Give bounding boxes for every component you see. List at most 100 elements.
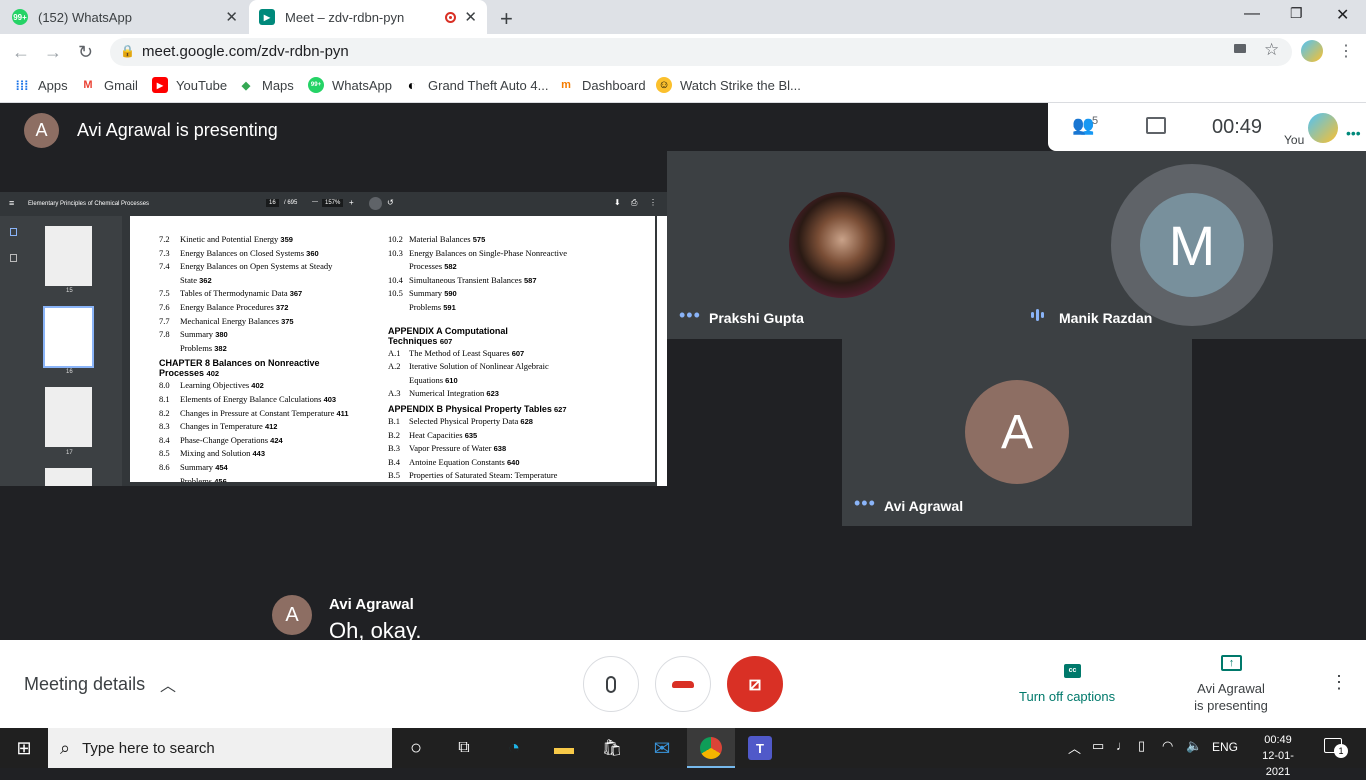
more-options-icon[interactable]: ⋮ xyxy=(1330,672,1348,693)
pdf-zoom[interactable]: 157% xyxy=(322,199,344,207)
captions-icon: cc xyxy=(1064,664,1081,678)
toc-entry: B.2 Heat Capacities 635 xyxy=(388,429,478,440)
wifi-icon[interactable]: ◠ xyxy=(1162,738,1173,754)
cortana-icon[interactable]: ○ xyxy=(404,736,428,760)
power-icon[interactable]: ▯ xyxy=(1138,738,1145,754)
store-icon[interactable]: 🛍 xyxy=(600,736,624,760)
battery-icon[interactable]: ▭ xyxy=(1092,738,1104,754)
bookmark-gta[interactable]: ◐ Grand Theft Auto 4... xyxy=(404,77,549,93)
page-thumbnail[interactable] xyxy=(45,387,92,447)
taskbar-search[interactable]: ⌕ Type here to search xyxy=(48,728,392,768)
toc-entry: 7.6 Energy Balance Procedures 372 xyxy=(159,301,289,312)
meeting-details-button[interactable]: Meeting details xyxy=(24,674,145,695)
zoom-out-icon[interactable]: — xyxy=(312,199,318,205)
participant-name: Avi Agrawal xyxy=(884,498,964,514)
profile-avatar[interactable] xyxy=(1301,40,1323,62)
chat-icon[interactable] xyxy=(1146,117,1166,134)
back-icon[interactable]: ← xyxy=(12,42,30,63)
tab-meet[interactable]: ▶ Meet – zdv-rdbn-pyn ✕ xyxy=(249,0,487,34)
bookmark-gmail[interactable]: M Gmail xyxy=(80,77,138,93)
bookmark-maps[interactable]: ◆ Maps xyxy=(238,77,294,93)
zoom-in-icon[interactable]: + xyxy=(349,198,354,207)
close-tab-icon[interactable]: ✕ xyxy=(464,8,477,26)
reload-icon[interactable]: ↻ xyxy=(78,42,93,63)
show-hidden-icons[interactable]: ︿ xyxy=(1068,738,1081,757)
pdf-page: 7.2 Kinetic and Potential Energy 359 7.3 En… xyxy=(130,216,655,482)
presentation-view: ≡ Elementary Principles of Chemical Proc… xyxy=(0,192,667,486)
leave-call-button[interactable] xyxy=(655,656,711,712)
task-view-icon[interactable]: ⧉ xyxy=(452,736,476,760)
present-icon[interactable]: ↑ xyxy=(1221,655,1242,671)
file-explorer-icon[interactable]: ▬ xyxy=(552,736,576,760)
mail-icon[interactable]: ✉ xyxy=(650,736,674,760)
restore-icon[interactable]: ❐ xyxy=(1290,5,1303,22)
close-tab-icon[interactable]: ✕ xyxy=(225,8,238,26)
minimize-icon[interactable]: — xyxy=(1244,5,1260,23)
outline-view-icon[interactable] xyxy=(10,254,17,262)
pdf-toolbar: ≡ Elementary Principles of Chemical Proc… xyxy=(0,192,667,216)
meet-icon: ▶ xyxy=(259,9,275,25)
windows-start-icon[interactable]: ⊞ xyxy=(12,736,36,760)
recording-icon xyxy=(445,12,456,23)
language-indicator[interactable]: ENG xyxy=(1212,740,1238,754)
clock[interactable]: 00:49 12-01-2021 xyxy=(1250,732,1306,780)
search-placeholder: Type here to search xyxy=(82,739,215,757)
thumbnail-view-icon[interactable] xyxy=(10,228,17,236)
pdf-scrollbar[interactable] xyxy=(657,216,667,486)
toc-entry: B.4 Antoine Equation Constants 640 xyxy=(388,456,520,467)
toc-entry: State 362 xyxy=(180,274,212,285)
dashboard-icon: m xyxy=(561,79,571,91)
whatsapp-icon: 99+ xyxy=(308,77,324,93)
camera-off-button[interactable]: ⧄ xyxy=(727,656,783,712)
url-text[interactable]: meet.google.com/zdv-rdbn-pyn xyxy=(142,43,349,60)
tab-title: Meet – zdv-rdbn-pyn xyxy=(285,9,405,25)
toc-heading: CHAPTER 8 Balances on Nonreactive Process… xyxy=(159,358,320,379)
pdf-more-icon[interactable]: ⋮ xyxy=(649,198,657,207)
more-dots-icon[interactable]: ••• xyxy=(1346,125,1361,141)
bookmarks-bar: ⁞⁞⁞ Apps M Gmail ▶ YouTube ◆ Maps 99+ WhatsAp… xyxy=(0,70,1366,103)
volume-icon[interactable]: 🔈 xyxy=(1186,738,1202,754)
menu-icon[interactable]: ⋮ xyxy=(1338,41,1354,61)
new-tab-icon[interactable]: + xyxy=(500,6,513,32)
toc-entry: 8.4 Phase-Change Operations 424 xyxy=(159,434,283,445)
gmail-icon: M xyxy=(83,79,93,91)
toc-left: 7.2 Kinetic and Potential Energy 359 7.3 En… xyxy=(159,233,349,482)
maps-icon: ◆ xyxy=(241,79,251,92)
participants-count: 5 xyxy=(1092,115,1099,127)
print-icon[interactable]: ⎙ xyxy=(631,198,637,208)
bookmark-whatsapp[interactable]: 99+ WhatsApp xyxy=(308,77,392,93)
edge-icon[interactable]: ◔ xyxy=(502,736,526,760)
pdf-page-input[interactable]: 16 xyxy=(266,199,279,207)
rotate-icon[interactable]: ↺ xyxy=(387,198,394,207)
pdf-menu-icon[interactable]: ≡ xyxy=(9,198,14,208)
self-avatar[interactable] xyxy=(1308,113,1338,143)
close-window-icon[interactable]: ✕ xyxy=(1336,5,1349,25)
camera-icon[interactable] xyxy=(1234,44,1246,53)
page-thumbnail-active[interactable] xyxy=(43,306,94,368)
chrome-taskbar-button[interactable] xyxy=(687,728,735,768)
bookmark-dashboard[interactable]: m Dashboard xyxy=(558,77,646,93)
gta-icon: ◐ xyxy=(407,77,417,93)
thumbnail-label: 17 xyxy=(66,450,73,456)
lock-icon: 🔒 xyxy=(120,44,135,58)
bookmark-apps[interactable]: ⁞⁞⁞ Apps xyxy=(14,77,68,93)
microphone-button[interactable] xyxy=(583,656,639,712)
toc-entry: 7.4 Energy Balances on Open Systems at St… xyxy=(159,261,333,272)
bookmark-strike[interactable]: ☺ Watch Strike the Bl... xyxy=(656,77,801,93)
chevron-up-icon[interactable]: ︿ xyxy=(160,672,176,696)
tab-whatsapp[interactable]: 99+ (152) WhatsApp ✕ xyxy=(12,0,248,34)
forward-icon[interactable]: → xyxy=(44,42,62,63)
page-thumbnail[interactable] xyxy=(45,468,92,486)
bookmark-youtube[interactable]: ▶ YouTube xyxy=(152,77,227,93)
download-icon[interactable]: ⬇ xyxy=(614,198,621,207)
toc-entry: B.1 Selected Physical Property Data 628 xyxy=(388,415,533,426)
teams-icon[interactable]: T xyxy=(748,736,772,760)
star-icon[interactable]: ☆ xyxy=(1264,40,1279,60)
turn-off-captions-button[interactable]: Turn off captions xyxy=(1019,689,1115,704)
you-label: You xyxy=(1284,133,1305,147)
microphone-tray-icon[interactable]: ♩ xyxy=(1116,738,1129,753)
page-thumbnail[interactable] xyxy=(45,226,92,286)
presenting-button[interactable]: Avi Agrawal is presenting xyxy=(1160,680,1302,714)
avatar: A xyxy=(965,380,1069,484)
fit-page-icon[interactable] xyxy=(369,197,382,210)
